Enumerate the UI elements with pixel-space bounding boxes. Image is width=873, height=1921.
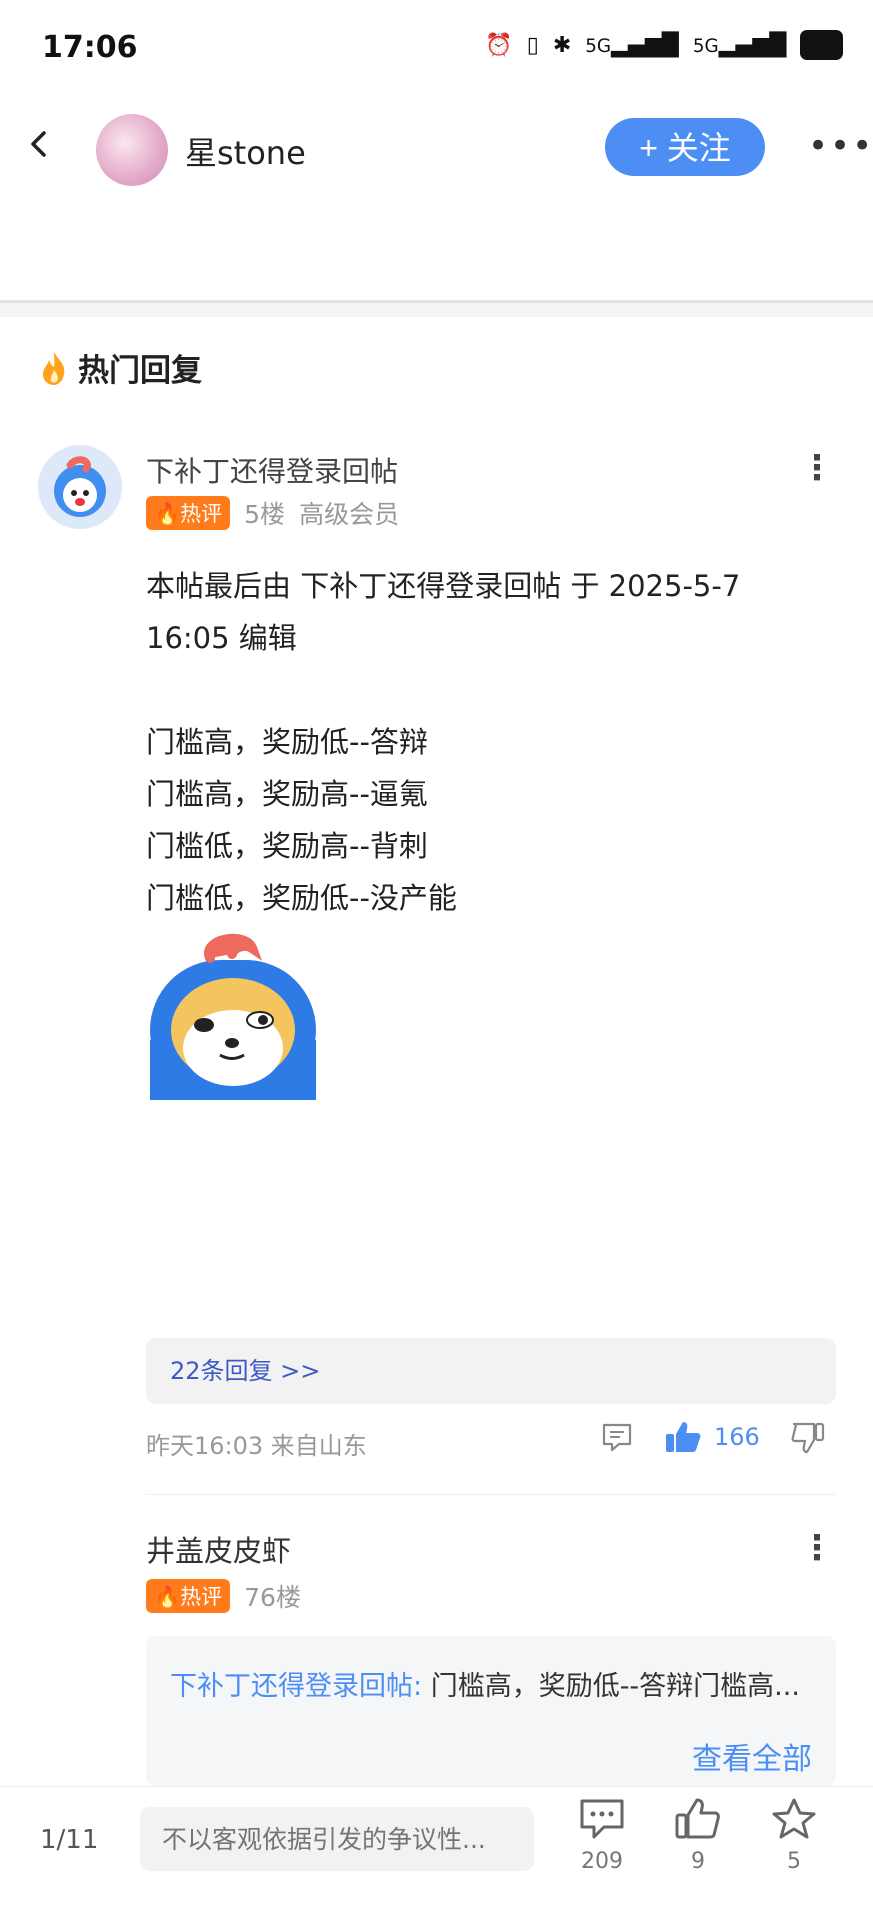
back-icon[interactable] (26, 130, 54, 158)
reply-more-icon[interactable]: ⋮ (800, 448, 834, 488)
comments-button[interactable]: 209 (562, 1797, 642, 1874)
alarm-icon: ⏰ (485, 32, 513, 58)
reply-divider (146, 1494, 836, 1495)
quoted-reply[interactable]: 下补丁还得登录回帖: 门槛高，奖励低--答辩门槛高... 查看全部 (146, 1636, 836, 1786)
battery-icon: 67 (800, 30, 843, 60)
content-line (146, 664, 806, 716)
hot-comment-badge-2: 🔥热评 (146, 1579, 231, 1613)
favorites-count: 5 (787, 1849, 801, 1874)
reply-time-location: 昨天16:03 来自山东 (146, 1432, 367, 1460)
page-indicator[interactable]: 1/11 (40, 1825, 98, 1855)
reply-author[interactable]: 下补丁还得登录回帖 (146, 450, 398, 490)
thumb-up-icon (675, 1798, 720, 1839)
signal-icon: 5G▂▄▆█ (585, 32, 679, 58)
follow-button[interactable]: + 关注 (605, 118, 765, 176)
reply-floor: 5楼 (244, 500, 286, 529)
content-line: 本帖最后由 下补丁还得登录回帖 于 2025-5-7 (146, 569, 741, 603)
content-line: 16:05 编辑 (146, 621, 297, 655)
reply-content: 本帖最后由 下补丁还得登录回帖 于 2025-5-7 16:05 编辑 门槛高，… (146, 560, 806, 924)
reply-level: 高级会员 (299, 500, 400, 529)
status-time: 17:06 (42, 30, 138, 65)
hot-comment-badge: 🔥热评 (146, 496, 231, 530)
comment-input[interactable] (140, 1807, 534, 1871)
reply-more-icon-2[interactable]: ⋮ (800, 1528, 834, 1568)
more-icon[interactable]: ••• (808, 126, 873, 166)
mascot-avatar-icon (54, 456, 106, 517)
star-icon (772, 1798, 816, 1839)
flame-icon (43, 351, 65, 385)
comments-icon (580, 1799, 624, 1839)
bluetooth-icon: ✱ (552, 32, 572, 58)
status-bar: 17:06 ⏰ ▯ ✱ 5G▂▄▆█ 5G▂▄▆█ 67 (0, 0, 873, 100)
status-icons: ⏰ ▯ ✱ 5G▂▄▆█ 5G▂▄▆█ 67 (485, 30, 843, 60)
content-line: 门槛低，奖励低--没产能 (146, 881, 457, 915)
like-button[interactable]: 9 (658, 1797, 738, 1874)
reply-meta-2: 🔥热评 76楼 (146, 1578, 301, 1614)
content-line: 门槛低，奖励高--背刺 (146, 829, 428, 863)
bottom-bar: 1/11 209 9 5 (0, 1786, 873, 1921)
view-all-link[interactable]: 查看全部 (692, 1734, 812, 1778)
sticker-image (150, 933, 316, 1100)
section-divider (0, 303, 873, 317)
author-avatar[interactable] (96, 114, 168, 186)
like-icon[interactable] (664, 1420, 702, 1454)
like-count: 166 (714, 1423, 760, 1451)
quote-text: 下补丁还得登录回帖: 门槛高，奖励低--答辩门槛高... (170, 1664, 820, 1703)
comments-count: 209 (581, 1849, 623, 1874)
reply-actions: 166 (600, 1420, 826, 1454)
reply-author-2[interactable]: 井盖皮皮虾 (146, 1528, 291, 1570)
comment-icon[interactable] (600, 1420, 634, 1454)
quote-author[interactable]: 下补丁还得登录回帖: (170, 1671, 422, 1702)
reply-avatar[interactable] (38, 445, 122, 529)
reply-meta: 🔥热评 5楼 高级会员 (146, 495, 399, 531)
post-header: 星stone + 关注 ••• (0, 100, 873, 303)
reply-floor-2: 76楼 (244, 1583, 301, 1612)
signal-icon-2: 5G▂▄▆█ (692, 32, 787, 58)
vibrate-icon: ▯ (526, 32, 539, 58)
likes-count: 9 (691, 1849, 705, 1874)
content-line: 门槛高，奖励高--逼氪 (146, 777, 428, 811)
view-replies-link[interactable]: 22条回复 >> (146, 1338, 836, 1404)
favorite-button[interactable]: 5 (754, 1797, 834, 1874)
quote-body: 门槛高，奖励低--答辩门槛高... (422, 1671, 800, 1702)
author-name[interactable]: 星stone (185, 128, 306, 174)
content-line: 门槛高，奖励低--答辩 (146, 725, 428, 759)
hot-replies-title: 热门回复 (78, 353, 202, 389)
dislike-icon[interactable] (790, 1420, 826, 1454)
hot-replies-heading: 热门回复 (40, 345, 202, 390)
